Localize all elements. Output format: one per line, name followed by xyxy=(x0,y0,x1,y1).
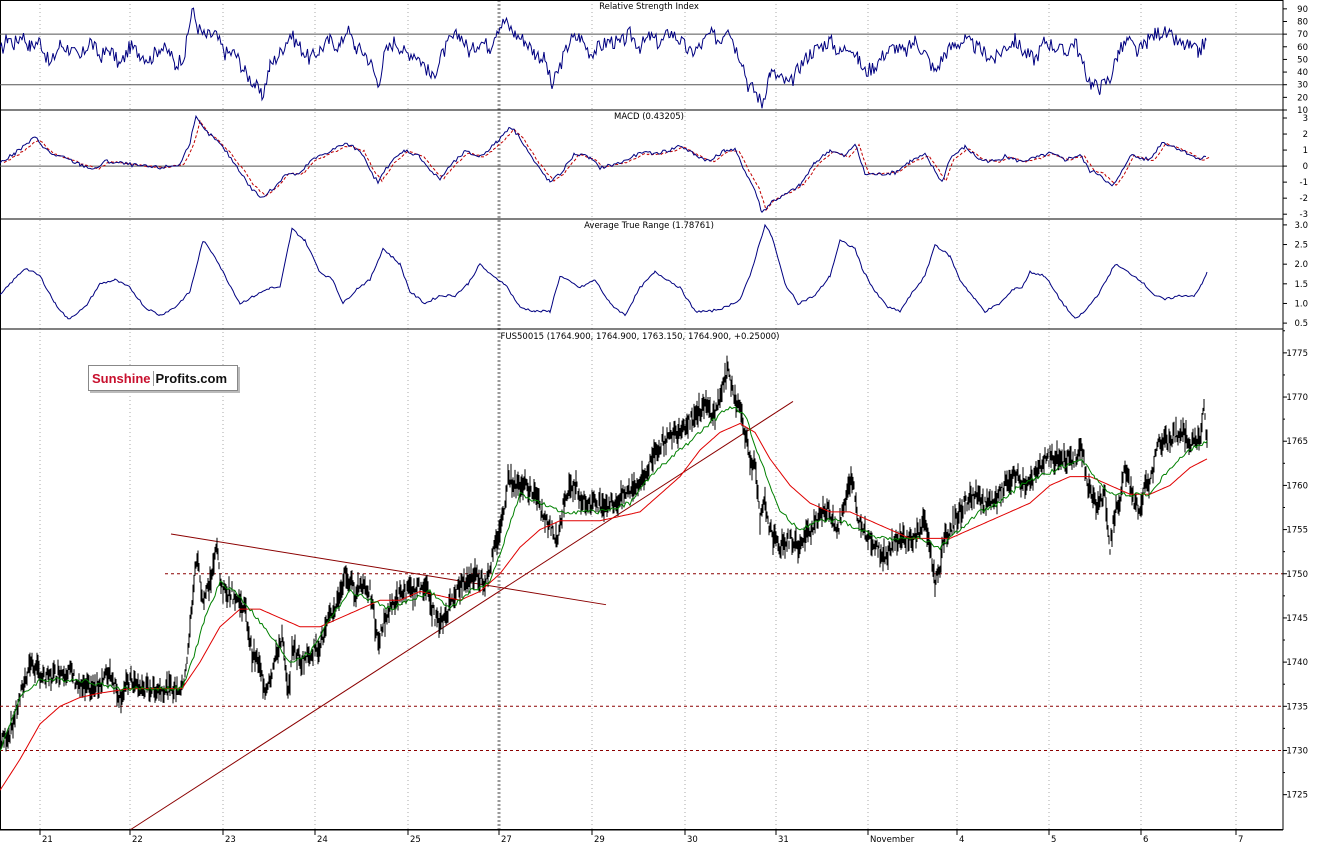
y-tick-label: 1775 xyxy=(1286,349,1308,359)
sunshine-profits-logo[interactable]: Sunshine Profits.com xyxy=(88,365,238,391)
logo-part-sunshine: Sunshine xyxy=(89,370,154,386)
panel-title-1: MACD (0.43205) xyxy=(614,112,684,122)
x-tick-label: 6 xyxy=(1143,835,1148,844)
chart-canvas: Relative Strength Index10203040506070809… xyxy=(0,0,1308,844)
y-tick-label: 1760 xyxy=(1286,481,1308,491)
y-tick-label: 1740 xyxy=(1286,658,1308,668)
x-tick-label: 27 xyxy=(501,835,512,844)
x-tick-label: 21 xyxy=(42,835,53,844)
y-tick-label: 1730 xyxy=(1286,746,1308,756)
x-tick-label: 5 xyxy=(1051,835,1056,844)
x-tick-label: 24 xyxy=(317,835,328,844)
fast-ma-line xyxy=(0,406,1208,752)
y-tick-label: 70 xyxy=(1297,30,1308,40)
y-tick-label: 3 xyxy=(1303,114,1308,124)
price-bars xyxy=(0,355,1208,752)
x-tick-label: 4 xyxy=(959,835,964,844)
x-tick-label: November xyxy=(870,835,915,844)
y-tick-label: -3 xyxy=(1300,210,1308,220)
y-tick-label: 1735 xyxy=(1286,702,1308,712)
y-tick-label: 1765 xyxy=(1286,437,1308,447)
x-tick-label: 25 xyxy=(410,835,421,844)
y-tick-label: 1725 xyxy=(1286,791,1308,801)
plot-border xyxy=(0,0,1284,830)
y-tick-label: 20 xyxy=(1297,93,1308,103)
atr-line xyxy=(0,223,1208,320)
y-tick-label: 1 xyxy=(1303,146,1308,156)
y-tick-label: 2 xyxy=(1303,130,1308,140)
y-tick-label: 0.5 xyxy=(1294,319,1308,329)
x-tick-label: 29 xyxy=(594,835,605,844)
y-tick-label: 80 xyxy=(1297,17,1308,27)
y-tick-label: 1.0 xyxy=(1294,299,1308,309)
y-tick-label: -2 xyxy=(1300,194,1308,204)
y-tick-label: 1.5 xyxy=(1294,280,1308,290)
y-tick-label: 50 xyxy=(1297,55,1308,65)
uptrend-line xyxy=(129,401,794,831)
x-tick-label: 23 xyxy=(225,835,236,844)
y-tick-label: 2.5 xyxy=(1294,241,1308,251)
x-tick-label: 31 xyxy=(778,835,789,844)
y-tick-label: 40 xyxy=(1297,68,1308,78)
y-tick-label: 1770 xyxy=(1286,393,1308,403)
y-tick-label: 60 xyxy=(1297,43,1308,53)
y-tick-label: 1750 xyxy=(1286,570,1308,580)
x-tick-label: 30 xyxy=(687,835,698,844)
y-tick-label: 1755 xyxy=(1286,526,1308,536)
y-tick-label: 0 xyxy=(1303,162,1308,172)
x-tick-label: 7 xyxy=(1238,835,1243,844)
y-tick-label: 90 xyxy=(1297,5,1308,15)
panel-title-0: Relative Strength Index xyxy=(599,2,699,12)
x-tick-label: 22 xyxy=(132,835,143,844)
logo-part-profits: Profits.com xyxy=(155,370,228,386)
y-tick-label: 3.0 xyxy=(1294,221,1308,231)
macd-line xyxy=(0,114,1207,214)
y-tick-label: 30 xyxy=(1297,81,1308,91)
y-tick-label: -1 xyxy=(1300,178,1308,188)
panel-title-2: Average True Range (1.78761) xyxy=(584,221,714,231)
price-panel-title: FUS50015 (1764.900, 1764.900, 1763.150, … xyxy=(501,332,780,342)
y-tick-label: 2.0 xyxy=(1294,260,1308,270)
rsi-line xyxy=(0,7,1207,109)
y-tick-label: 1745 xyxy=(1286,614,1308,624)
